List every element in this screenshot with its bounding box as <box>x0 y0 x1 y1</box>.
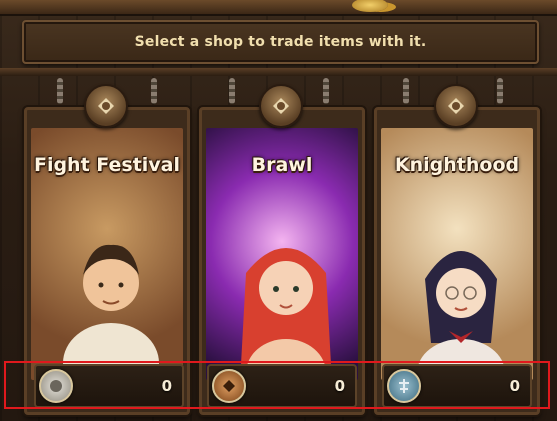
shop-title: Knighthood <box>394 154 520 176</box>
shop-emblem-icon <box>84 84 128 128</box>
chain-decoration <box>229 78 235 104</box>
instruction-banner: Select a shop to trade items with it. <box>22 20 539 64</box>
currency-highlight-box <box>4 361 550 409</box>
shop-emblem-icon <box>259 84 303 128</box>
chain-decoration <box>323 78 329 104</box>
shop-emblem-icon <box>434 84 478 128</box>
shop-title: Fight Festival <box>33 154 181 176</box>
chain-decoration <box>497 78 503 104</box>
shelf-beam <box>0 68 557 76</box>
chain-decoration <box>57 78 63 104</box>
chain-decoration <box>403 78 409 104</box>
shop-title: Brawl <box>251 154 313 176</box>
top-rail <box>0 0 557 16</box>
instruction-text: Select a shop to trade items with it. <box>134 34 427 50</box>
chain-decoration <box>151 78 157 104</box>
